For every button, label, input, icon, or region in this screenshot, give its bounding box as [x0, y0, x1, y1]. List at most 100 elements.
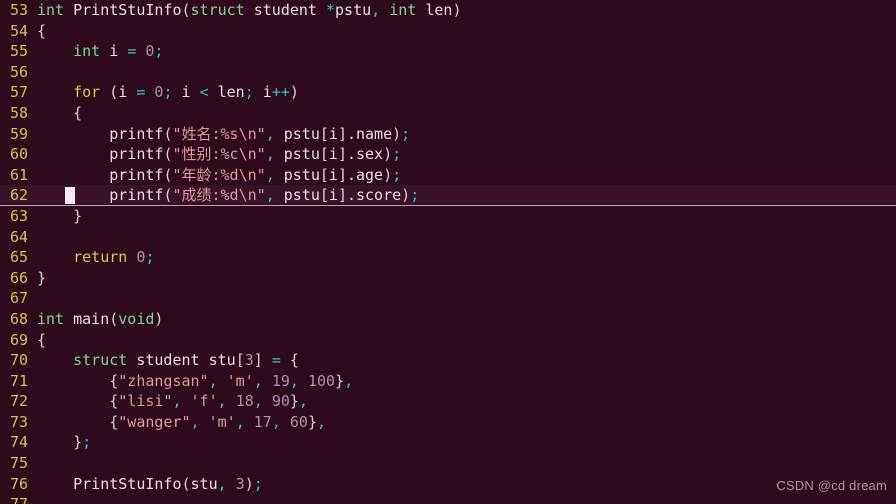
code-token-id [37, 248, 73, 266]
code-line-content: for (i = 0; i < len; i++) [28, 82, 299, 103]
code-token-brace: } [73, 433, 83, 452]
code-token-id: printf [109, 165, 164, 184]
code-token-brace: ( [181, 474, 191, 493]
code-line-content: struct student stu[3] = { [28, 350, 299, 371]
code-token-brace: { [73, 103, 83, 122]
code-line[interactable]: 59 printf("姓名:%s\n", pstu[i].name); [0, 124, 896, 145]
code-token-kw: int [73, 42, 101, 61]
code-token-brace: ) [244, 474, 254, 493]
code-token-id: stu [190, 474, 218, 493]
code-line[interactable]: 73 {"wanger", 'm', 17, 60}, [0, 412, 896, 433]
code-token-pun: , [265, 186, 275, 205]
code-token-num: 19 [271, 371, 290, 390]
code-line-content: return 0; [28, 247, 154, 268]
code-line[interactable]: 74 }; [0, 432, 896, 453]
code-token-num: 17 [253, 412, 272, 431]
line-number: 67 [9, 289, 28, 308]
line-number: 61 [9, 165, 28, 184]
line-number: 58 [9, 103, 28, 122]
code-line[interactable]: 56 [0, 62, 896, 83]
code-token-brace: { [109, 392, 119, 411]
line-number: 53 [9, 1, 28, 19]
code-line-content: {"wanger", 'm', 17, 60}, [28, 412, 326, 433]
code-line-content: { [28, 103, 82, 124]
code-token-id: PrintStuInfo [73, 474, 182, 493]
code-line[interactable]: 68 int main(void) [0, 309, 896, 330]
code-line-content: int i = 0; [28, 41, 163, 62]
code-token-id [380, 1, 389, 19]
code-token-brace: ] [337, 186, 347, 205]
code-line[interactable]: 60 printf("性别:%c\n", pstu[i].sex); [0, 144, 896, 165]
code-lines-container[interactable]: 53 int PrintStuInfo(struct student *pstu,… [0, 0, 896, 504]
code-token-pun: , [208, 371, 218, 390]
code-token-kw: int [389, 1, 417, 19]
code-token-id: pstu [274, 124, 320, 143]
code-token-id [64, 1, 73, 19]
code-token-brace: { [289, 351, 299, 370]
code-token-id: student [244, 1, 326, 19]
code-line[interactable]: 77 [0, 494, 896, 504]
code-token-id [218, 372, 227, 390]
code-token-brace: ( [181, 1, 191, 19]
code-line[interactable]: 57 for (i = 0; i < len; i++) [0, 82, 896, 103]
code-editor[interactable]: 53 int PrintStuInfo(struct student *pstu,… [0, 0, 896, 504]
code-token-id: student stu [127, 351, 236, 370]
code-line[interactable]: 53 int PrintStuInfo(struct student *pstu,… [0, 0, 896, 21]
code-token-pun: ; [244, 83, 254, 102]
code-line[interactable]: 70 struct student stu[3] = { [0, 350, 896, 371]
code-line[interactable]: 69 { [0, 330, 896, 351]
code-line[interactable]: 72 {"lisi", 'f', 18, 90}, [0, 391, 896, 412]
code-line-current[interactable]: 62 printf("成绩:%d\n", pstu[i].score); [0, 185, 896, 206]
code-token-brace: ] [337, 165, 347, 184]
code-token-num: 3 [244, 351, 254, 370]
code-token-id: i [328, 124, 338, 143]
code-token-pun: , [253, 371, 263, 390]
code-token-brace: [ [319, 145, 329, 164]
line-number: 73 [9, 412, 28, 431]
line-number: 68 [9, 309, 28, 328]
code-line[interactable]: 67 [0, 288, 896, 309]
code-token-id [37, 433, 73, 451]
code-token-id: len [416, 1, 453, 19]
code-line[interactable]: 66} [0, 268, 896, 289]
code-token-id: PrintStuInfo [73, 1, 182, 19]
code-line[interactable]: 64 [0, 227, 896, 248]
line-number: 64 [9, 227, 28, 246]
code-token-id [127, 248, 136, 266]
line-number: 62 [9, 186, 28, 205]
code-line[interactable]: 71 {"zhangsan", 'm', 19, 100}, [0, 371, 896, 392]
code-token-brace: { [37, 21, 47, 40]
code-token-kw: struct [73, 351, 128, 370]
code-line[interactable]: 58 { [0, 103, 896, 124]
code-token-id: .name [346, 124, 393, 143]
line-number: 70 [9, 351, 28, 370]
code-token-num: 100 [307, 371, 336, 390]
code-token-pun: , [265, 124, 275, 143]
code-token-brace: ( [109, 83, 119, 102]
code-line-content: {"zhangsan", 'm', 19, 100}, [28, 371, 353, 392]
code-token-ctl: return [73, 248, 128, 267]
code-line[interactable]: 65 return 0; [0, 247, 896, 268]
code-token-str: "wanger" [118, 412, 191, 431]
code-line[interactable]: 61 printf("年龄:%d\n", pstu[i].age); [0, 165, 896, 186]
line-number: 56 [9, 62, 28, 81]
line-number: 69 [9, 330, 28, 349]
code-token-num: 60 [289, 412, 308, 431]
code-line-content: int main(void) [28, 309, 163, 330]
code-token-pun: = [127, 42, 137, 61]
text-cursor [65, 187, 75, 205]
code-token-brace: } [73, 206, 83, 225]
code-line[interactable]: 55 int i = 0; [0, 41, 896, 62]
code-line-content: printf("成绩:%d\n", pstu[i].score); [28, 185, 419, 206]
code-line[interactable]: 76 PrintStuInfo(stu, 3); [0, 474, 896, 495]
code-token-brace: ) [452, 1, 462, 19]
code-token-brace: [ [319, 165, 329, 184]
code-token-pun: = [271, 351, 281, 370]
line-number: 77 [0, 494, 28, 504]
code-line[interactable]: 63 } [0, 206, 896, 227]
code-token-id [37, 166, 109, 184]
code-line[interactable]: 75 [0, 453, 896, 474]
code-token-id [263, 351, 272, 369]
code-token-brace: } [289, 392, 299, 411]
code-line[interactable]: 54 { [0, 21, 896, 42]
